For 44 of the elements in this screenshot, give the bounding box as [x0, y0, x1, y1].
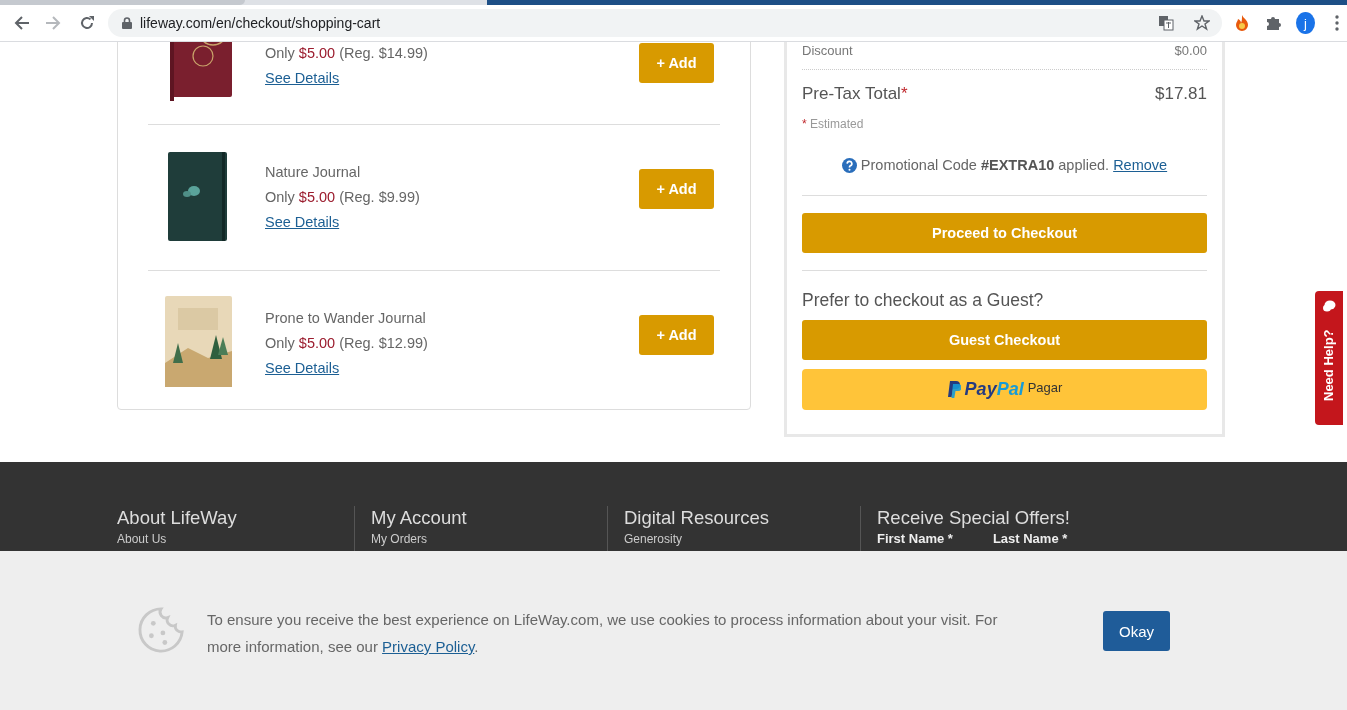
menu-icon[interactable]	[1335, 15, 1339, 31]
star-icon[interactable]	[1194, 15, 1210, 31]
url-text: lifeway.com/en/checkout/shopping-cart	[140, 15, 381, 31]
flame-icon[interactable]	[1234, 14, 1250, 32]
okay-button[interactable]: Okay	[1103, 611, 1170, 651]
footer-link[interactable]: My Orders	[371, 532, 427, 546]
field-label: First Name *	[877, 532, 953, 546]
price-text: Only $5.00 (Reg. $12.99)	[265, 334, 428, 353]
paypal-button[interactable]: PayPal Pagar	[802, 369, 1207, 410]
guest-prompt: Prefer to checkout as a Guest?	[802, 289, 1045, 312]
footer-heading: Receive Special Offers!	[877, 506, 1071, 530]
footer-link[interactable]: Generosity	[624, 532, 683, 546]
see-details-link[interactable]: See Details	[265, 360, 340, 376]
price-text: Only $5.00 (Reg. $14.99)	[265, 44, 428, 63]
need-help-tab[interactable]: Need Help?	[1315, 291, 1343, 425]
paypal-logo-icon	[946, 380, 961, 399]
help-icon[interactable]	[841, 157, 857, 173]
pretax-label: Pre-Tax Total*	[802, 83, 908, 105]
estimated-note: * Estimated	[802, 116, 865, 133]
product-name: Nature Journal	[265, 163, 362, 182]
price-text: Only $5.00 (Reg. $9.99)	[265, 188, 420, 207]
reload-icon[interactable]	[79, 15, 95, 31]
see-details-link[interactable]: See Details	[265, 70, 340, 86]
profile-avatar[interactable]: j	[1296, 12, 1315, 34]
cookie-icon	[137, 606, 185, 654]
promo-message: Promotional Code #EXTRA10 applied. Remove	[860, 156, 1168, 175]
see-details-link[interactable]: See Details	[265, 214, 340, 230]
remove-link[interactable]: Remove	[1113, 157, 1168, 173]
discount-label: Discount	[802, 42, 853, 60]
puzzle-icon[interactable]	[1265, 15, 1281, 31]
chat-bubble-icon	[1322, 299, 1336, 313]
footer-heading: About LifeWay	[117, 506, 238, 530]
footer-heading: Digital Resources	[624, 506, 770, 530]
translate-icon[interactable]	[1158, 15, 1174, 31]
lock-icon	[122, 17, 132, 29]
product-name: Prone to Wander Journal	[265, 309, 427, 328]
back-icon[interactable]	[14, 15, 30, 31]
cookie-message: To ensure you receive the best experience on LifeWay.com, we use cookies to process information about your visit. For more information, see our Privacy Policy.	[207, 610, 999, 657]
field-label: Last Name *	[992, 532, 1068, 546]
footer-link[interactable]: About Us	[117, 532, 167, 546]
pretax-value: $17.81	[1155, 83, 1207, 105]
footer-heading: My Account	[371, 506, 468, 530]
discount-value: $0.00	[1174, 42, 1207, 60]
address-bar[interactable]: lifeway.com/en/checkout/shopping-cart	[108, 9, 1222, 37]
